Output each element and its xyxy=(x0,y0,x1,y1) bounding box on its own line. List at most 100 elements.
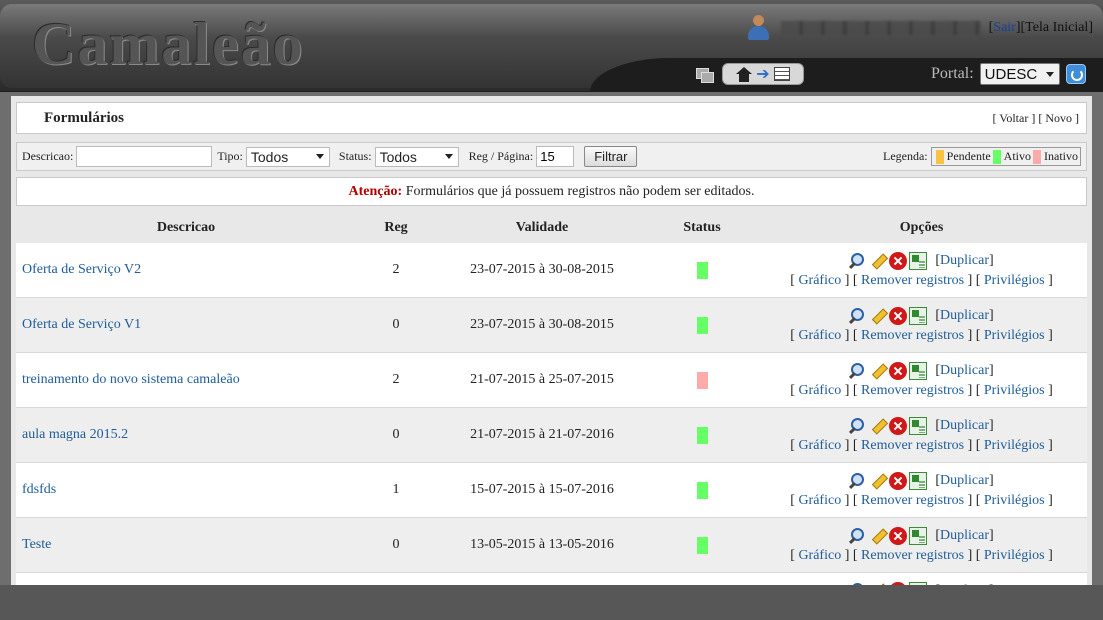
form-link[interactable]: aula magna 2015.2 xyxy=(22,427,128,442)
pencil-icon[interactable] xyxy=(869,527,887,545)
row-options: [Duplicar] [ Gráfico ] [ Remover registro… xyxy=(756,416,1087,455)
tipo-label: Tipo: xyxy=(217,149,243,163)
spreadsheet-icon[interactable] xyxy=(909,361,928,380)
refresh-icon[interactable] xyxy=(1065,64,1086,84)
back-link[interactable]: Voltar xyxy=(999,111,1028,125)
magnifier-icon[interactable] xyxy=(849,307,867,325)
pencil-icon[interactable] xyxy=(869,472,887,490)
duplicate-link[interactable]: Duplicar xyxy=(940,418,989,433)
table-row: treinamento do novo sistema camaleão 2 21-… xyxy=(16,353,1087,408)
privileges-link[interactable]: Privilégios xyxy=(984,493,1045,508)
spreadsheet-icon[interactable] xyxy=(909,416,928,435)
magnifier-icon[interactable] xyxy=(849,417,867,435)
windows-icon[interactable] xyxy=(696,67,714,83)
nav-icons: ➔ xyxy=(696,63,804,85)
delete-icon[interactable] xyxy=(889,471,908,490)
pencil-icon[interactable] xyxy=(869,417,887,435)
pencil-icon[interactable] xyxy=(869,582,887,586)
chart-link[interactable]: Gráfico xyxy=(798,328,841,343)
row-validade: 23-07-2015 à 30-08-2015 xyxy=(470,262,614,277)
new-link[interactable]: Novo xyxy=(1045,111,1072,125)
reg-label: Reg / Página: xyxy=(468,149,534,163)
delete-icon[interactable] xyxy=(889,416,908,435)
row-reg: 1 xyxy=(392,482,400,497)
duplicate-link[interactable]: Duplicar xyxy=(940,528,989,543)
form-link[interactable]: Oferta de Serviço V1 xyxy=(22,317,141,332)
nav-group[interactable]: ➔ xyxy=(722,63,804,85)
descricao-input[interactable] xyxy=(76,146,213,167)
form-link[interactable]: treinamento do novo sistema camaleão xyxy=(22,372,240,387)
delete-icon[interactable] xyxy=(889,306,908,325)
remove-records-link[interactable]: Remover registros xyxy=(861,548,964,563)
duplicate-wrap: [Duplicar] xyxy=(935,253,994,268)
duplicate-link[interactable]: Duplicar xyxy=(940,583,989,585)
duplicate-wrap: [Duplicar] xyxy=(935,418,994,433)
spreadsheet-icon[interactable] xyxy=(909,306,928,325)
row-option-links: [ Gráfico ] [ Remover registros ] [ Priv… xyxy=(790,492,1053,508)
logout-link[interactable]: Sair xyxy=(993,20,1016,35)
privileges-link[interactable]: Privilégios xyxy=(984,383,1045,398)
home-icon[interactable] xyxy=(736,66,753,82)
spreadsheet-icon[interactable] xyxy=(909,251,928,270)
form-link[interactable]: Teste xyxy=(22,537,51,552)
portal-select[interactable]: UDESC xyxy=(979,63,1060,85)
tipo-select[interactable]: Todos xyxy=(245,146,330,167)
magnifier-icon[interactable] xyxy=(849,362,867,380)
remove-records-link[interactable]: Remover registros xyxy=(861,328,964,343)
spreadsheet-icon[interactable] xyxy=(909,581,928,585)
spreadsheet-icon[interactable] xyxy=(909,471,928,490)
home-screen-link[interactable]: Tela Inicial xyxy=(1025,20,1088,35)
row-reg: 0 xyxy=(392,317,400,332)
duplicate-link[interactable]: Duplicar xyxy=(940,253,989,268)
reg-per-page-input[interactable] xyxy=(536,146,575,167)
row-options: [Duplicar] [ Gráfico ] [ Remover registro… xyxy=(756,251,1087,290)
col-descricao[interactable]: Descricao xyxy=(16,220,356,236)
privileges-link[interactable]: Privilégios xyxy=(984,548,1045,563)
row-descricao: Teste xyxy=(16,537,356,553)
chart-link[interactable]: Gráfico xyxy=(798,273,841,288)
row-reg: 0 xyxy=(392,537,400,552)
chart-link[interactable]: Gráfico xyxy=(798,548,841,563)
status-select[interactable]: Todos xyxy=(374,146,459,167)
delete-icon[interactable] xyxy=(889,251,908,270)
delete-icon[interactable] xyxy=(889,526,908,545)
remove-records-link[interactable]: Remover registros xyxy=(861,273,964,288)
magnifier-icon[interactable] xyxy=(849,527,867,545)
pencil-icon[interactable] xyxy=(869,252,887,270)
chart-link[interactable]: Gráfico xyxy=(798,383,841,398)
portal-value: UDESC xyxy=(984,65,1038,83)
row-options: [Duplicar] [ Gráfico ] [ Remover registro… xyxy=(756,471,1087,510)
pencil-icon[interactable] xyxy=(869,362,887,380)
remove-records-link[interactable]: Remover registros xyxy=(861,438,964,453)
remove-records-link[interactable]: Remover registros xyxy=(861,383,964,398)
status-indicator xyxy=(696,426,708,444)
magnifier-icon[interactable] xyxy=(849,472,867,490)
magnifier-icon[interactable] xyxy=(849,252,867,270)
form-link[interactable]: Oferta de Serviço V2 xyxy=(22,262,141,277)
form-link[interactable]: fdsfds xyxy=(22,482,56,497)
privileges-link[interactable]: Privilégios xyxy=(984,328,1045,343)
col-reg[interactable]: Reg xyxy=(356,220,436,236)
duplicate-link[interactable]: Duplicar xyxy=(940,473,989,488)
remove-records-link[interactable]: Remover registros xyxy=(861,493,964,508)
filter-button[interactable]: Filtrar xyxy=(584,146,638,167)
spreadsheet-icon[interactable] xyxy=(909,526,928,545)
delete-icon[interactable] xyxy=(889,361,908,380)
list-icon[interactable] xyxy=(773,67,790,81)
status-indicator xyxy=(696,316,708,334)
privileges-link[interactable]: Privilégios xyxy=(984,273,1045,288)
pencil-icon[interactable] xyxy=(869,307,887,325)
arrow-right-icon[interactable]: ➔ xyxy=(756,66,769,82)
col-status[interactable]: Status xyxy=(648,220,756,236)
row-validade: 15-07-2015 à 15-07-2016 xyxy=(470,482,614,497)
privileges-link[interactable]: Privilégios xyxy=(984,438,1045,453)
col-validade[interactable]: Validade xyxy=(436,220,648,236)
chart-link[interactable]: Gráfico xyxy=(798,438,841,453)
legend-label: Legenda: xyxy=(883,149,928,163)
duplicate-link[interactable]: Duplicar xyxy=(940,363,989,378)
magnifier-icon[interactable] xyxy=(849,582,867,585)
duplicate-link[interactable]: Duplicar xyxy=(940,308,989,323)
chart-link[interactable]: Gráfico xyxy=(798,493,841,508)
row-option-icons: [Duplicar] xyxy=(756,306,1087,326)
delete-icon[interactable] xyxy=(889,581,908,585)
